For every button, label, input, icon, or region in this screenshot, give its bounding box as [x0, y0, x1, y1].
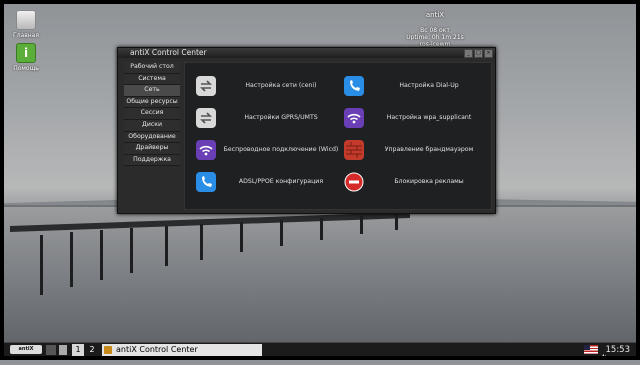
- pier-post: [320, 218, 323, 240]
- adsl-pppoe-entry[interactable]: ADSL/PPOE конфигурация: [189, 167, 339, 197]
- wpa-supplicant-entry[interactable]: Настройка wpa_supplicant: [337, 103, 487, 133]
- sidebar-item-support[interactable]: Поддержка: [124, 154, 180, 167]
- entry-label: Настройка Dial-Up: [399, 82, 459, 89]
- letterbox-left: [0, 0, 4, 360]
- letterbox-bottom: [0, 356, 640, 360]
- minimize-button[interactable]: _: [464, 49, 473, 58]
- file-manager-button[interactable]: [59, 345, 67, 355]
- pier-post: [240, 222, 243, 252]
- conky-uptime: Uptime: 0h 1m 21s: [406, 34, 464, 41]
- close-button[interactable]: ×: [484, 49, 493, 58]
- pier-post: [165, 226, 168, 266]
- network-arrows-icon: [196, 108, 216, 128]
- maximize-button[interactable]: □: [474, 49, 483, 58]
- network-arrows-icon: [196, 76, 216, 96]
- network-tools-panel: Настройка сети (ceni) Настройка Dial-Up …: [184, 62, 492, 210]
- phone-icon: [344, 76, 364, 96]
- letterbox-top: [0, 0, 640, 4]
- pier-post: [200, 224, 203, 260]
- start-menu-button[interactable]: antiX: [10, 345, 42, 354]
- sidebar-item-drivers[interactable]: Драйверы: [124, 143, 180, 155]
- show-desktop-button[interactable]: [46, 345, 56, 355]
- desktop-icon-label: Главная: [13, 32, 39, 39]
- window-titlebar[interactable]: antiX Control Center _ □ ×: [118, 48, 495, 58]
- control-center-window: antiX Control Center _ □ × Рабочий стол …: [117, 47, 496, 214]
- pier-post: [70, 232, 73, 287]
- firewall-icon: [344, 140, 364, 160]
- help-icon: i: [16, 43, 36, 63]
- keyboard-layout-flag-icon[interactable]: [584, 345, 598, 354]
- sidebar-item-desktop[interactable]: Рабочий стол: [124, 62, 180, 74]
- ceni-network-entry[interactable]: Настройка сети (ceni): [189, 71, 339, 101]
- letterbox-right: [636, 0, 640, 360]
- home-folder-icon: [16, 10, 36, 30]
- pier-post: [280, 220, 283, 246]
- firewall-entry[interactable]: Управление брандмауэром: [337, 135, 487, 165]
- desktop-icon-home[interactable]: Главная: [6, 10, 46, 39]
- entry-label: Управление брандмауэром: [384, 146, 474, 153]
- conky-title: antiX: [425, 11, 445, 19]
- pier-post: [360, 216, 363, 234]
- entry-label: Настройка сети (ceni): [245, 82, 317, 89]
- pier-post: [130, 228, 133, 273]
- entry-label: Настройка wpa_supplicant: [386, 114, 472, 121]
- desktop-icon-label: Помощь: [13, 65, 39, 72]
- block-icon: [344, 172, 364, 192]
- taskbar-window-button[interactable]: antiX Control Center: [102, 344, 262, 356]
- category-sidebar: Рабочий стол Система Сеть Общие ресурсы …: [124, 62, 180, 167]
- app-icon: [104, 346, 112, 354]
- sidebar-item-system[interactable]: Система: [124, 73, 180, 86]
- sidebar-item-disks[interactable]: Диски: [124, 119, 180, 132]
- pier-post: [40, 235, 43, 295]
- sidebar-item-shares[interactable]: Общие ресурсы: [124, 96, 180, 109]
- dialup-entry[interactable]: Настройка Dial-Up: [337, 71, 487, 101]
- window-title: antiX Control Center: [130, 48, 207, 57]
- clock[interactable]: 15:53: [606, 343, 631, 357]
- wicd-entry[interactable]: Беспроводное подключение (Wicd): [189, 135, 339, 165]
- taskbar: antiX 1 2 antiX Control Center 15:53: [4, 342, 636, 360]
- sidebar-item-session[interactable]: Сессия: [124, 108, 180, 120]
- entry-label: Беспроводное подключение (Wicd): [223, 146, 339, 153]
- conky-date: Вс 08 окт: [420, 27, 450, 34]
- gprs-umts-entry[interactable]: Настройки GPRS/UMTS: [189, 103, 339, 133]
- entry-label: Настройки GPRS/UMTS: [244, 114, 318, 121]
- ad-block-entry[interactable]: Блокировка рекламы: [337, 167, 487, 197]
- sidebar-item-network[interactable]: Сеть: [124, 85, 180, 97]
- phone-icon: [196, 172, 216, 192]
- pier-post: [100, 230, 103, 280]
- system-monitor-widget: antiX Вс 08 окт Uptime: 0h 1m 21s ros-ic…: [380, 11, 490, 49]
- workspace-2[interactable]: 2: [86, 344, 98, 356]
- pier-post: [395, 214, 398, 230]
- workspace-1[interactable]: 1: [72, 344, 84, 356]
- entry-label: ADSL/PPOE конфигурация: [238, 178, 324, 185]
- entry-label: Блокировка рекламы: [394, 178, 464, 185]
- task-label: antiX Control Center: [116, 345, 198, 354]
- wifi-icon: [344, 108, 364, 128]
- wifi-icon: [196, 140, 216, 160]
- desktop-icon-help[interactable]: i Помощь: [6, 43, 46, 72]
- sidebar-item-hardware[interactable]: Оборудование: [124, 131, 180, 144]
